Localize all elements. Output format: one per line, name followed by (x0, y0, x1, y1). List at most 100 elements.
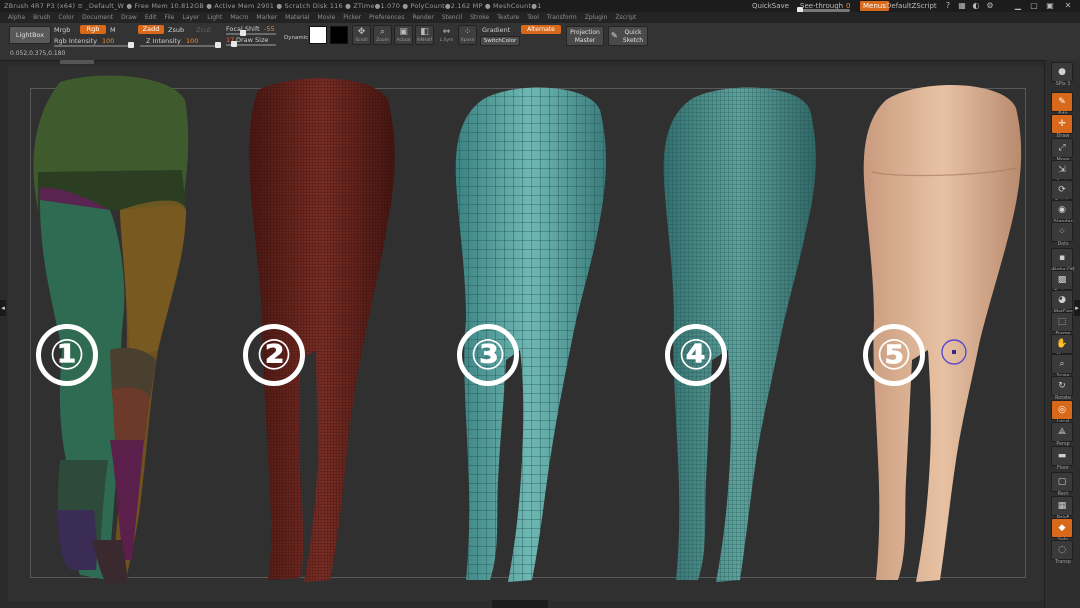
menu-preferences[interactable]: Preferences (369, 12, 404, 23)
tray-button-rotate[interactable]: ↻ (1051, 376, 1073, 396)
label-5: ⑤ (863, 324, 925, 386)
right-tray-handle[interactable]: ▸ (1074, 300, 1080, 316)
focal-shift-slider[interactable] (226, 33, 276, 35)
secondary-color-swatch[interactable] (330, 26, 348, 44)
tray-button-matcap[interactable]: ◕ (1051, 290, 1073, 310)
alternate-button[interactable]: Alternate (521, 25, 561, 34)
aahalf-button[interactable]: ◧ AAHalf (415, 25, 434, 45)
tray-button-transp[interactable]: ◌ (1051, 540, 1073, 560)
menu-document[interactable]: Document (82, 12, 113, 23)
label-4: ④ (665, 324, 727, 386)
close-icon[interactable]: ✕ (1064, 2, 1072, 10)
tray-button-move[interactable]: ✋ (1051, 334, 1073, 354)
switchcolor-button[interactable]: SwitchColor (480, 36, 520, 46)
rgb-intensity-knob[interactable] (128, 42, 134, 48)
mrgb-button[interactable]: Mrgb (54, 26, 70, 34)
m-button[interactable]: M (110, 26, 116, 34)
rect-icon: ▢ (1057, 477, 1067, 487)
tray-button-scale[interactable]: ⌕ (1051, 354, 1073, 374)
menus-button[interactable]: Menus (860, 1, 889, 11)
tray-button-move[interactable]: ⤢ (1051, 138, 1073, 158)
zcut-button[interactable]: Zcut (196, 26, 211, 34)
rgb-intensity-slider[interactable] (54, 45, 132, 47)
aahalf-icon: ◧ (420, 27, 429, 37)
menu-layer[interactable]: Layer (183, 12, 200, 23)
scroll-icon: ✥ (357, 27, 366, 37)
minimize-icon[interactable]: ▁ (1014, 2, 1022, 10)
rotate-icon: ⟳ (1058, 185, 1066, 195)
menu-light[interactable]: Light (207, 12, 222, 23)
zadd-button[interactable]: Zadd (138, 25, 164, 34)
focal-shift-value: -55 (264, 25, 275, 33)
tray-button-alpha-off[interactable]: ▪ (1051, 248, 1073, 268)
tray-button-dots[interactable]: ⁘ (1051, 222, 1073, 242)
menu-zplugin[interactable]: Zplugin (585, 12, 608, 23)
title-bar: ZBrush 4R7 P3 (x64) ≡ _Default_W ● Free … (0, 0, 1080, 12)
menu-marker[interactable]: Marker (256, 12, 277, 23)
rgb-intensity-value: 100 (102, 37, 115, 45)
tray-button-scale[interactable]: ⇲ (1051, 160, 1073, 180)
lsym-button[interactable]: ⇔ L.Sym (437, 25, 456, 45)
quick-sketch-button[interactable]: ✎ Quick Sketch (608, 26, 648, 46)
tray-button-floor[interactable]: ▬ (1051, 446, 1073, 466)
settings-icon[interactable]: ⚙ (986, 2, 994, 10)
draw-size-knob[interactable] (231, 41, 237, 47)
layout-icon[interactable]: ▦ (958, 2, 966, 10)
gradient-button[interactable]: Gradient (482, 26, 510, 34)
menu-transform[interactable]: Transform (547, 12, 577, 23)
menu-stencil[interactable]: Stencil (442, 12, 462, 23)
menu-tool[interactable]: Tool (527, 12, 539, 23)
tray-button-polyf[interactable]: ▦ (1051, 496, 1073, 516)
menu-material[interactable]: Material (285, 12, 309, 23)
menu-picker[interactable]: Picker (343, 12, 361, 23)
menu-brush[interactable]: Brush (33, 12, 50, 23)
quicksave-button[interactable]: QuickSave (752, 0, 789, 12)
tray-button-local[interactable]: ◎ (1051, 400, 1073, 420)
tray-button-frame[interactable]: ⬚ (1051, 312, 1073, 332)
palette-icon[interactable]: ◐ (972, 2, 980, 10)
zsub-button[interactable]: Zsub (168, 26, 184, 34)
menu-color[interactable]: Color (58, 12, 74, 23)
menu-items: Alpha Brush Color Document Draw Edit File Layer… (8, 12, 644, 23)
menu-edit[interactable]: Edit (145, 12, 157, 23)
tray-button-rotate[interactable]: ⟳ (1051, 180, 1073, 200)
menu-stroke[interactable]: Stroke (470, 12, 489, 23)
right-tray: ●SPix 3✎Edit✛Draw⤢Move⇲Scale⟳Rotate◉Stan… (1044, 60, 1080, 608)
menu-render[interactable]: Render (412, 12, 433, 23)
zoom-button[interactable]: ⌕ Zoom (373, 25, 392, 45)
matcap-icon: ◕ (1058, 295, 1066, 305)
menu-macro[interactable]: Macro (230, 12, 248, 23)
main-color-swatch[interactable] (309, 26, 327, 44)
maximize-icon[interactable]: ▢ (1030, 2, 1038, 10)
scroll-button[interactable]: ✥ Scroll (352, 25, 371, 45)
tray-button-standar[interactable]: ◉ (1051, 200, 1073, 220)
menu-alpha[interactable]: Alpha (8, 12, 25, 23)
menu-texture[interactable]: Texture (497, 12, 519, 23)
z-intensity-slider[interactable] (140, 45, 220, 47)
menu-draw[interactable]: Draw (121, 12, 137, 23)
rgb-button[interactable]: Rgb (80, 25, 106, 34)
tray-button-texture[interactable]: ▩ (1051, 270, 1073, 290)
menu-file[interactable]: File (164, 12, 174, 23)
tray-button-spix-3[interactable]: ● (1051, 62, 1073, 82)
rgb-intensity-label: Rgb Intensity (54, 37, 98, 45)
menu-movie[interactable]: Movie (318, 12, 336, 23)
lightbox-button[interactable]: LightBox (9, 26, 51, 44)
dynamic-button[interactable]: Dynamic (284, 35, 308, 41)
tray-button-draw[interactable]: ✛ (1051, 114, 1073, 134)
restore-icon[interactable]: ▣ (1046, 2, 1054, 10)
edit-icon: ✎ (1058, 97, 1066, 107)
coordinates-readout: 0.052,0.375,0.180 (10, 50, 66, 57)
menu-zscript[interactable]: Zscript (615, 12, 636, 23)
tray-button-persp[interactable]: ⟁ (1051, 422, 1073, 442)
default-zscript-button[interactable]: DefaultZScript (886, 0, 937, 12)
projection-master-button[interactable]: Projection Master (566, 26, 604, 46)
xpose-button[interactable]: ⁘ Xpose (458, 25, 477, 45)
tray-button-rect[interactable]: ▢ (1051, 472, 1073, 492)
tray-button-edit[interactable]: ✎ (1051, 92, 1073, 112)
z-intensity-knob[interactable] (215, 42, 221, 48)
texture-icon: ▩ (1057, 275, 1067, 285)
tray-button-solo[interactable]: ◆ (1051, 518, 1073, 538)
actual-button[interactable]: ▣ Actual (394, 25, 413, 45)
help-icon[interactable]: ? (944, 2, 952, 10)
